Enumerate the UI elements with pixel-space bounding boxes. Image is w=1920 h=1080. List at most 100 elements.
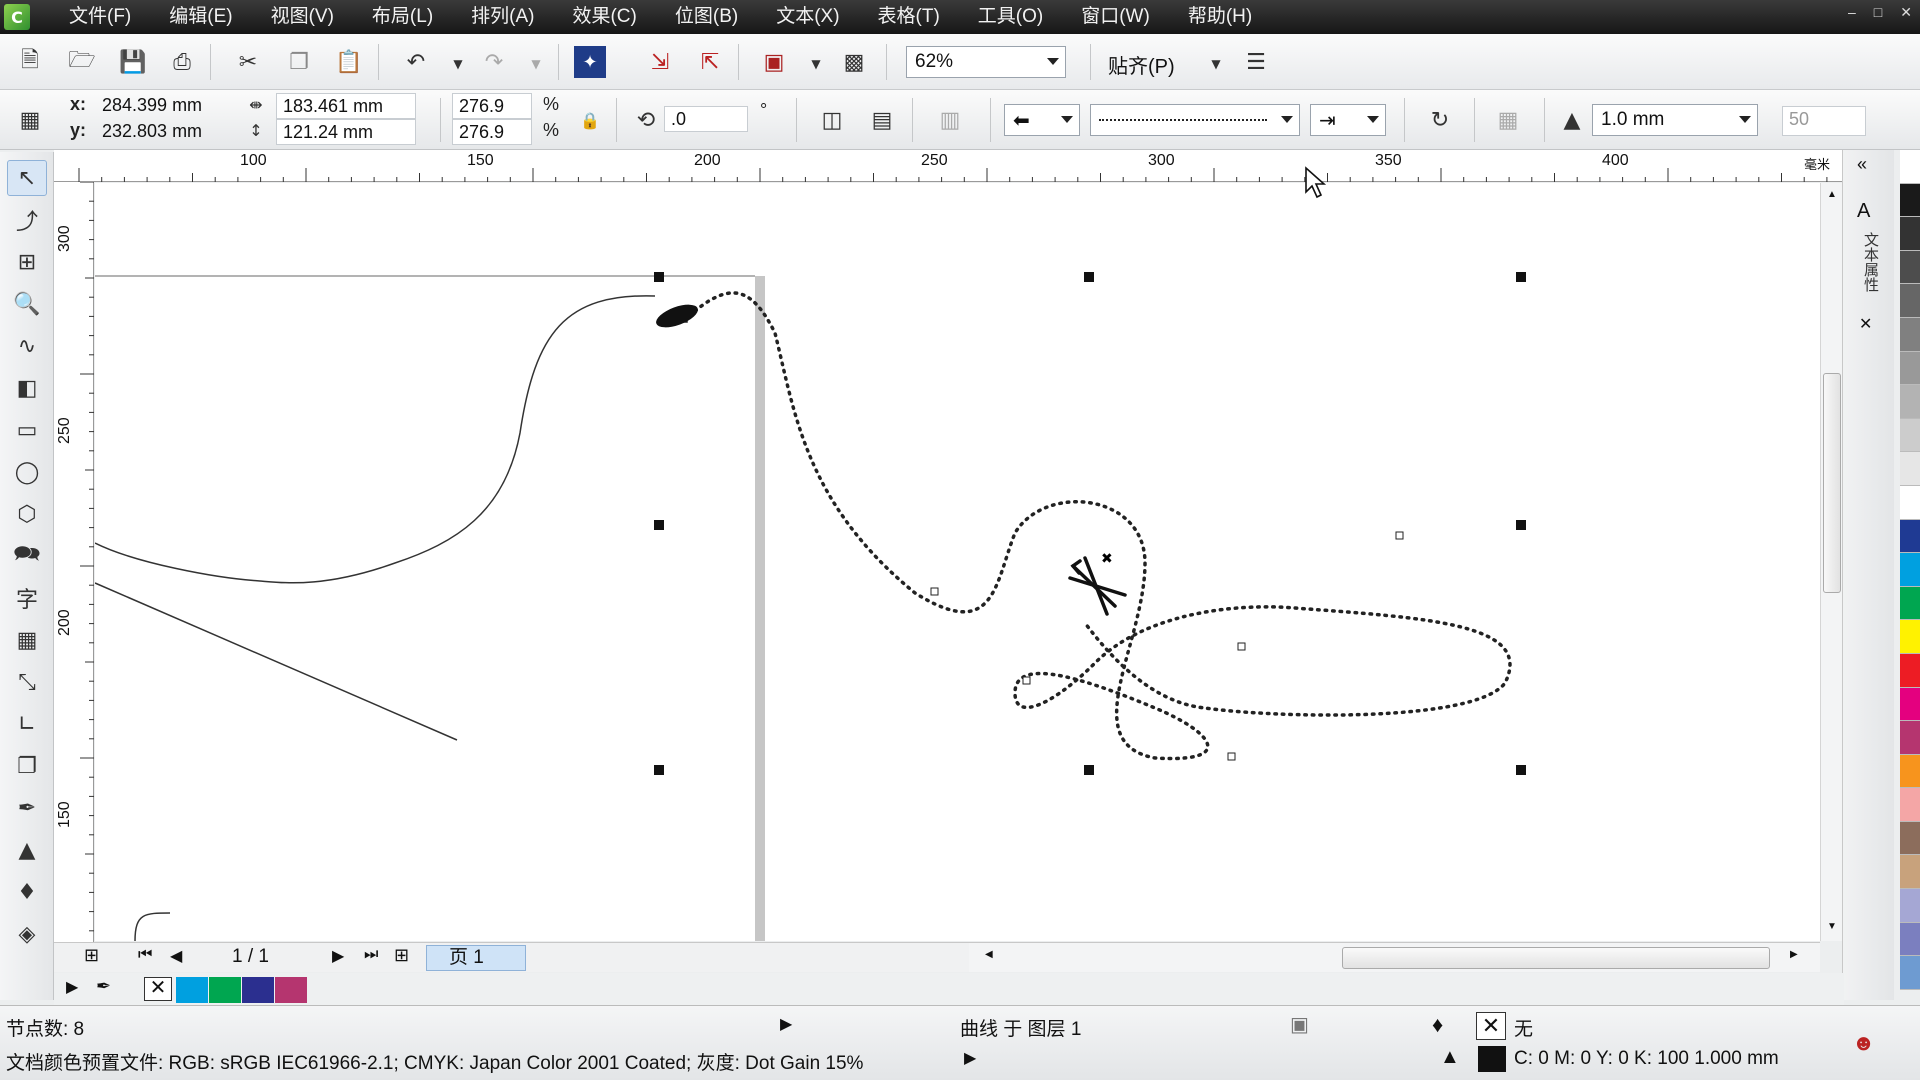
export-icon[interactable]: ⇱ xyxy=(694,46,726,78)
selection-handles[interactable] xyxy=(654,272,1526,775)
palette-swatch[interactable] xyxy=(1900,653,1920,688)
polygon-tool-icon[interactable]: ⬡ xyxy=(7,496,47,532)
wrap-text-icon[interactable]: ▥ xyxy=(934,104,966,136)
application-launcher-icon[interactable]: ▣ xyxy=(758,46,790,78)
palette-swatch[interactable] xyxy=(1900,418,1920,453)
next-page-icon[interactable]: ▶ xyxy=(332,946,344,966)
close-docker-icon[interactable]: ✕ xyxy=(1859,314,1872,334)
launcher-dropdown-icon[interactable]: ▼ xyxy=(800,48,832,80)
palette-menu-icon[interactable]: ▶ xyxy=(66,977,78,997)
curve-node[interactable] xyxy=(1237,642,1246,651)
fill-tool-icon[interactable]: ♦ xyxy=(7,874,47,910)
menu-help[interactable]: 帮助(H) xyxy=(1169,0,1271,34)
width-field[interactable]: 183.461 mm xyxy=(276,93,416,119)
palette-swatch[interactable] xyxy=(1900,855,1920,890)
palette-swatch[interactable] xyxy=(1900,889,1920,923)
shape-tool-icon[interactable]: ⤴ xyxy=(7,202,47,238)
cut-icon[interactable]: ✂ xyxy=(232,46,264,78)
palette-swatch[interactable] xyxy=(1900,687,1920,722)
vertical-scroll-thumb[interactable] xyxy=(1823,373,1841,593)
redo-icon[interactable]: ↷ xyxy=(478,46,510,78)
open-folder-icon[interactable]: 🗁 xyxy=(66,46,98,78)
document-palette-swatch[interactable] xyxy=(242,977,274,1003)
height-field[interactable]: 121.24 mm xyxy=(276,119,416,145)
outline-width-combo[interactable]: 1.0 mm xyxy=(1592,104,1758,136)
connector-tool-icon[interactable]: ∟ xyxy=(7,706,47,742)
text-tool-icon[interactable]: 字 xyxy=(7,580,47,616)
undo-dropdown-icon[interactable]: ▼ xyxy=(442,48,474,80)
y-position-field[interactable]: 232.803 mm xyxy=(96,119,244,145)
scroll-right-icon[interactable]: ▶ xyxy=(1790,949,1798,960)
menu-table[interactable]: 表格(T) xyxy=(859,0,959,34)
pick-tool-icon[interactable]: ↖ xyxy=(7,160,47,196)
no-color-swatch-icon[interactable]: ✕ xyxy=(144,977,172,1001)
rotation-angle-field[interactable]: .0 xyxy=(664,106,748,132)
lock-ratio-icon[interactable]: 🔒 xyxy=(574,104,606,136)
profile-expand-icon[interactable]: ▶ xyxy=(964,1048,976,1068)
palette-swatch[interactable] xyxy=(1900,586,1920,621)
menu-arrange[interactable]: 排列(A) xyxy=(452,0,553,34)
document-palette-swatch[interactable] xyxy=(275,977,307,1003)
palette-swatch[interactable] xyxy=(1900,553,1920,587)
copy-icon[interactable]: ❐ xyxy=(283,46,315,78)
mirror-vertical-icon[interactable]: ▤ xyxy=(866,104,898,136)
menu-view[interactable]: 视图(V) xyxy=(252,0,353,34)
previous-page-icon[interactable]: ◀ xyxy=(170,946,182,966)
menu-bitmaps[interactable]: 位图(B) xyxy=(656,0,757,34)
palette-swatch[interactable] xyxy=(1900,217,1920,251)
color-profile-info[interactable]: 文档颜色预置文件: RGB: sRGB IEC61966-2.1; CMYK: … xyxy=(6,1048,863,1075)
palette-swatch[interactable] xyxy=(1900,754,1920,789)
menu-layout[interactable]: 布局(L) xyxy=(353,0,452,34)
rectangle-tool-icon[interactable]: ▭ xyxy=(7,412,47,448)
scale-y-field[interactable]: 276.9 xyxy=(452,119,532,145)
scale-x-field[interactable]: 276.9 xyxy=(452,93,532,119)
blend-tool-icon[interactable]: ❐ xyxy=(7,748,47,784)
outline-tool-icon[interactable]: ▲ xyxy=(7,832,47,868)
straight-line[interactable] xyxy=(95,582,458,741)
palette-swatch[interactable] xyxy=(1900,183,1920,218)
dimension-tool-icon[interactable]: ⤡ xyxy=(7,664,47,700)
last-page-icon[interactable]: ⏭ xyxy=(364,946,378,964)
curve-node[interactable] xyxy=(1227,752,1236,761)
palette-swatch[interactable] xyxy=(1900,317,1920,352)
palette-swatch[interactable] xyxy=(1900,956,1920,990)
crop-tool-icon[interactable]: ⊞ xyxy=(7,244,47,280)
save-icon[interactable]: 💾 xyxy=(117,46,149,78)
welcome-screen-icon[interactable]: ▩ xyxy=(838,46,870,78)
minimize-icon[interactable]: – xyxy=(1848,4,1856,21)
interactive-fill-tool-icon[interactable]: ◈ xyxy=(7,916,47,952)
object-origin-icon[interactable]: ▦ xyxy=(14,104,46,136)
snap-dropdown-icon[interactable]: ▼ xyxy=(1200,48,1232,80)
end-arrowhead-selector[interactable]: ⇥ xyxy=(1310,104,1386,136)
new-document-icon[interactable]: 🗎 xyxy=(14,46,46,78)
snap-to-button[interactable]: 贴齐(P) xyxy=(1108,50,1175,79)
menu-tools[interactable]: 工具(O) xyxy=(959,0,1062,34)
freehand-curve[interactable] xyxy=(95,295,656,584)
docker-tab-text-properties[interactable]: 文本属性 xyxy=(1857,232,1881,292)
start-arrowhead-selector[interactable]: ⬅ xyxy=(1004,104,1080,136)
menu-edit[interactable]: 编辑(E) xyxy=(150,0,251,34)
restore-icon[interactable]: □ xyxy=(1874,4,1882,21)
menu-effects[interactable]: 效果(C) xyxy=(553,0,655,34)
search-content-icon[interactable]: ✦ xyxy=(574,46,606,78)
palette-swatch[interactable] xyxy=(1900,284,1920,318)
color-palette[interactable] xyxy=(1900,150,1920,990)
curve-node[interactable] xyxy=(1022,676,1031,685)
paste-icon[interactable]: 📋 xyxy=(333,46,365,78)
palette-swatch[interactable] xyxy=(1900,788,1920,822)
eyedropper-tool-icon[interactable]: ✒ xyxy=(7,790,47,826)
eyedropper-icon[interactable]: ✒ xyxy=(96,976,111,997)
table-tool-icon[interactable]: ▦ xyxy=(7,622,47,658)
curve-node[interactable] xyxy=(1395,531,1404,540)
horizontal-scrollbar[interactable]: ◀ ▶ xyxy=(969,942,1820,972)
page-tab[interactable]: 页 1 xyxy=(426,945,526,971)
print-icon[interactable]: ⎙ xyxy=(166,46,198,78)
curve-node[interactable] xyxy=(930,587,939,596)
vertical-scrollbar[interactable]: ▲ ▼ xyxy=(1820,183,1842,941)
palette-swatch[interactable] xyxy=(1900,452,1920,486)
line-style-selector[interactable] xyxy=(1090,104,1300,136)
palette-swatch[interactable] xyxy=(1900,385,1920,419)
horizontal-scroll-thumb[interactable] xyxy=(1342,947,1770,969)
scroll-up-icon[interactable]: ▲ xyxy=(1827,189,1837,200)
redo-dropdown-icon[interactable]: ▼ xyxy=(520,48,552,80)
